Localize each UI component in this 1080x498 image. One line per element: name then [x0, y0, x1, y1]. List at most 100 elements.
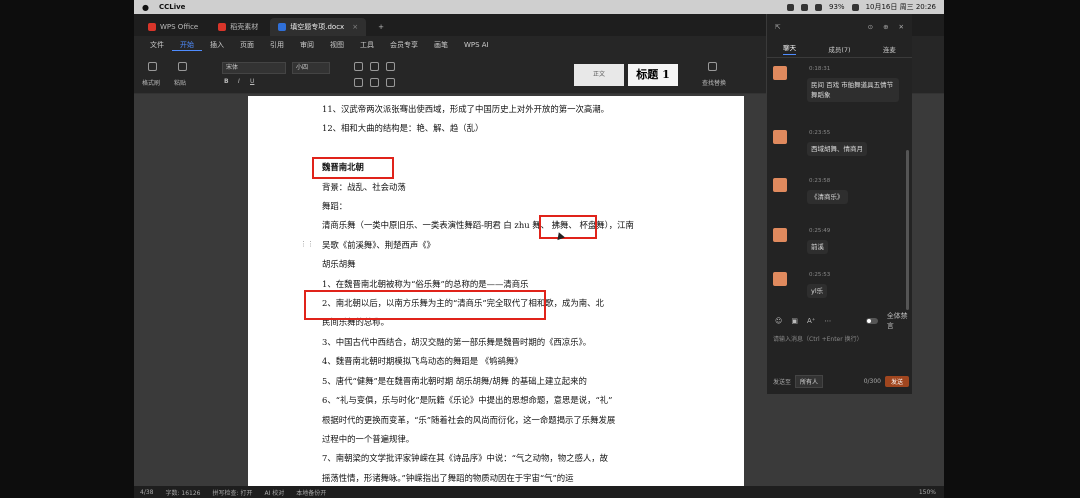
add-icon[interactable]: ⊕	[883, 23, 888, 31]
tab-mic[interactable]: 连麦	[883, 44, 896, 54]
backup-status[interactable]: 本地备份开	[296, 488, 326, 497]
chat-input[interactable]: 请输入消息（Ctrl +Enter 换行）	[773, 334, 863, 343]
format-painter-icon[interactable]	[148, 62, 157, 71]
app-name[interactable]: CCLive	[159, 3, 185, 11]
menu-home[interactable]: 开始	[172, 40, 202, 51]
word-count[interactable]: 字数: 16126	[165, 488, 200, 497]
document-line[interactable]: 4、魏晋南北朝时期模拟飞鸟动态的舞蹈是 《鸲鹆舞》	[322, 352, 670, 371]
wps-icon	[148, 23, 156, 31]
mute-all-label: 全体禁言	[886, 312, 908, 330]
live-chat-panel: ⇱ ⊙ ⊕ ✕ 聊天 成员(7) 连麦 0:18:31 民间 百戏 市舶舞道具五…	[766, 14, 912, 394]
spell-check[interactable]: 拼写检查: 打开	[213, 488, 253, 497]
tab-label: 稻壳素材	[230, 23, 259, 31]
document-line[interactable]: 12、相和大曲的结构是：艳、解、趋（乱）	[322, 119, 670, 138]
document-line[interactable]: 3、中国古代中西结合，胡汉交融的第一部乐舞是魏晋时期的《西凉乐》。	[322, 333, 670, 352]
font-family-select[interactable]: 宋体	[222, 62, 286, 74]
message-text: 前溪	[807, 240, 828, 254]
menu-insert[interactable]: 插入	[202, 40, 232, 50]
avatar	[773, 66, 787, 80]
menu-file[interactable]: 文件	[142, 40, 172, 50]
message-text: 西域胡舞、情商月	[807, 142, 867, 156]
document-line[interactable]: 胡乐胡舞	[322, 255, 670, 274]
document-line[interactable]: 11、汉武帝两次派张骞出使西域，形成了中国历史上对外开放的第一次高潮。	[322, 100, 670, 119]
menu-view[interactable]: 视图	[322, 40, 352, 50]
battery-icon[interactable]	[815, 3, 822, 11]
wechat-icon[interactable]	[787, 3, 794, 11]
align-left-icon[interactable]	[354, 78, 363, 87]
message-text: 《清商乐》	[807, 190, 848, 204]
drag-handle-icon[interactable]: ⋮⋮	[300, 240, 314, 248]
chat-scrollbar[interactable]	[906, 150, 909, 310]
message-time: 0:18:31	[809, 66, 831, 72]
image-icon[interactable]: ▣	[791, 317, 798, 325]
numbering-icon[interactable]	[370, 62, 379, 71]
chat-toolbar: ☺ ▣ A⁺ ⋯ 全体禁言	[767, 312, 913, 330]
bold-icon[interactable]: B	[224, 78, 229, 85]
settings-icon[interactable]: ⊙	[868, 23, 873, 31]
mute-all-toggle[interactable]	[866, 318, 878, 324]
paste-label[interactable]: 粘贴	[174, 78, 186, 87]
paste-icon[interactable]	[178, 62, 187, 71]
menu-member[interactable]: 会员专享	[382, 40, 426, 50]
bullets-icon[interactable]	[354, 62, 363, 71]
find-replace-icon[interactable]	[708, 62, 717, 71]
close-icon[interactable]: ✕	[899, 23, 904, 31]
document-line[interactable]: 吴歌《前溪舞》、荆楚西声《》	[322, 236, 670, 255]
tab-label: WPS Office	[160, 23, 199, 31]
indent-icon[interactable]	[386, 62, 395, 71]
tray-icon[interactable]	[801, 3, 808, 11]
font-size-select[interactable]: 小四	[292, 62, 330, 74]
menu-wps-ai[interactable]: WPS AI	[456, 41, 497, 49]
document-line[interactable]: 6、“礼与变俱，乐与时化”是阮籍《乐论》中提出的思想命题，意思是说，“礼”	[322, 391, 670, 410]
send-button[interactable]: 发送	[884, 375, 909, 387]
document-line[interactable]	[322, 139, 670, 158]
italic-icon[interactable]: I	[238, 78, 240, 85]
tab-wps-office[interactable]: WPS Office	[140, 18, 206, 36]
menu-brush[interactable]: 画笔	[426, 40, 456, 50]
datetime[interactable]: 10月16日 周三 20:26	[866, 2, 936, 12]
format-painter-label[interactable]: 格式刷	[142, 78, 160, 87]
document-line[interactable]: 7、南朝梁的文学批评家钟嵘在其《诗品序》中说：“气之动物，物之感人，故	[322, 449, 670, 468]
message-text: 民间 百戏 市舶舞道具五情节舞蹈象	[807, 78, 899, 102]
menu-references[interactable]: 引用	[262, 40, 292, 50]
font-size-icon[interactable]: A⁺	[807, 317, 815, 325]
style-heading-1[interactable]: 标题 1	[628, 64, 678, 86]
document-line[interactable]: 背景：战乱、社会动荡	[322, 178, 670, 197]
tab-label: 填空题专项.docx	[290, 23, 345, 31]
document-line[interactable]: 根据时代的更换而变革，“乐”随着社会的风尚而衍化，这一命题揭示了乐舞发展	[322, 411, 670, 430]
menu-review[interactable]: 审阅	[292, 40, 322, 50]
page-indicator[interactable]: 4/38	[140, 489, 153, 496]
align-right-icon[interactable]	[386, 78, 395, 87]
annotation-box-qingshang	[304, 290, 546, 320]
message-time: 0:23:58	[809, 178, 831, 184]
document-line[interactable]: 清商乐舞（一类中原旧乐、一类表演性舞蹈-明君 白 zhu 舞、 拂舞、 杯盘舞）…	[322, 216, 670, 235]
more-icon[interactable]: ⋯	[824, 317, 831, 325]
emoji-icon[interactable]: ☺	[775, 317, 782, 325]
document-line[interactable]: 5、唐代“健舞”是在魏晋南北朝时期 胡乐胡舞/胡舞 的基础上建立起来的	[322, 372, 670, 391]
tab-members[interactable]: 成员(7)	[828, 44, 850, 54]
zoom-level[interactable]: 150%	[919, 489, 936, 496]
find-replace-label[interactable]: 查找替换	[702, 78, 726, 87]
menu-page[interactable]: 页面	[232, 40, 262, 50]
popout-icon[interactable]: ⇱	[775, 23, 780, 31]
style-normal[interactable]: 正文	[574, 64, 624, 86]
word-doc-icon	[278, 23, 287, 31]
document-line[interactable]: 过程中的一个普遍规律。	[322, 430, 670, 449]
align-center-icon[interactable]	[370, 78, 379, 87]
ai-proofread[interactable]: AI 校对	[264, 488, 284, 497]
chat-send-row: 发送至 所有人 0/300 发送	[773, 374, 909, 388]
send-to-select[interactable]: 所有人	[795, 374, 824, 388]
document-line[interactable]: 舞蹈：	[322, 197, 670, 216]
avatar	[773, 228, 787, 242]
tab-chat[interactable]: 聊天	[783, 42, 797, 55]
apple-icon[interactable]: ●	[142, 3, 149, 12]
new-tab-button[interactable]: +	[370, 18, 392, 36]
underline-icon[interactable]: U	[250, 78, 254, 85]
close-tab-icon[interactable]: ×	[352, 23, 358, 31]
tab-docer[interactable]: 稻壳素材	[210, 18, 266, 36]
menu-tools[interactable]: 工具	[352, 40, 382, 50]
message-text: yl乐	[807, 284, 828, 298]
tab-document[interactable]: 填空题专项.docx ×	[270, 18, 367, 36]
screen: ● CCLive 93% 10月16日 周三 20:26 WPS Office …	[134, 0, 944, 498]
wifi-icon[interactable]	[851, 3, 859, 11]
